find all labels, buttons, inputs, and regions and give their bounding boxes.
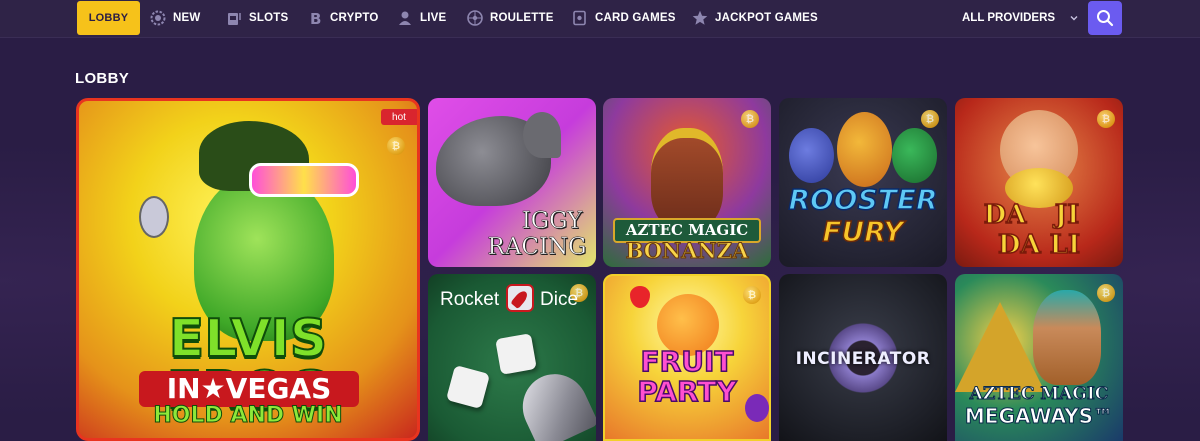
svg-text:B: B <box>310 10 322 26</box>
crypto-badge-icon: ₿ <box>921 110 939 128</box>
section-title: LOBBY <box>75 70 129 87</box>
game-tile-aztec-magic-bonanza[interactable]: ₿ AZTEC MAGIC BONANZA <box>603 98 771 267</box>
game-title-line3: DA LI <box>997 230 1081 260</box>
game-tile-aztec-magic-megaways[interactable]: ₿ AZTEC MAGIC MEGAWAYS™ <box>955 274 1123 441</box>
search-icon <box>1097 10 1114 27</box>
game-tile-rocket-dice[interactable]: ₿ Rocket Dice <box>428 274 596 441</box>
nav-item-card-games[interactable]: CARD GAMES <box>572 0 676 36</box>
frog-glasses <box>249 163 359 197</box>
game-title-line1: AZTEC MAGIC <box>969 384 1109 404</box>
game-title-line1: FRUIT <box>640 345 734 378</box>
nav-item-jackpot-games[interactable]: JACKPOT GAMES <box>692 0 818 36</box>
nav-item-label: SLOTS <box>249 12 289 24</box>
game-tile-rooster-fury[interactable]: ₿ ROOSTER FURY <box>779 98 947 267</box>
nav-item-roulette[interactable]: ROULETTE <box>467 0 554 36</box>
greyhound-ear <box>523 112 561 158</box>
priestess-artwork <box>1033 290 1101 385</box>
nav-item-slots[interactable]: SLOTS <box>226 0 288 36</box>
dice-cup-artwork <box>511 363 596 441</box>
nav-item-label: LIVE <box>420 12 447 24</box>
rooster-left-artwork <box>789 128 834 183</box>
nav-item-label: CRYPTO <box>330 12 379 24</box>
crypto-badge-icon: ₿ <box>1097 110 1115 128</box>
crypto-badge-icon: ₿ <box>387 137 405 155</box>
crypto-badge-icon: ₿ <box>1097 284 1115 302</box>
game-title-line1: INCINERATOR <box>795 349 931 369</box>
game-title-line2: BONANZA <box>625 238 749 263</box>
top-nav: LOBBY NEW SLOTS B CRYPTO LIVE ROULETTE C… <box>0 0 1200 38</box>
strawberry-fruit-artwork <box>630 286 650 308</box>
crypto-badge-icon: ₿ <box>741 110 759 128</box>
die-bottom-artwork <box>445 364 491 410</box>
chevron-down-icon <box>1070 16 1078 21</box>
cards-icon <box>573 10 586 26</box>
game-title-line3: HOLD AND WIN <box>153 403 343 428</box>
game-tile-fruit-party[interactable]: ₿ FRUIT PARTY <box>603 274 771 441</box>
live-dealer-icon <box>399 11 411 25</box>
crypto-badge-icon: ₿ <box>743 286 761 304</box>
game-title-line2: MEGAWAYS™ <box>964 404 1114 428</box>
nav-item-live[interactable]: LIVE <box>397 0 446 36</box>
warrior-artwork <box>651 128 723 228</box>
bitcoin-icon: B <box>310 10 322 26</box>
pyramid-artwork <box>955 302 1045 392</box>
nav-item-new[interactable]: NEW <box>150 0 200 36</box>
game-title-line2: JI <box>1054 200 1080 230</box>
roulette-icon <box>467 10 483 26</box>
nav-item-crypto[interactable]: B CRYPTO <box>307 0 379 36</box>
nav-item-label: CARD GAMES <box>595 12 676 24</box>
providers-label: ALL PROVIDERS <box>962 12 1056 24</box>
rooster-center-artwork <box>837 112 892 187</box>
game-tile-elvis-frog[interactable]: hot ₿ ELVIS FROG IN★VEGAS HOLD AND WIN <box>76 98 420 441</box>
game-title-line2: Dice <box>540 289 579 310</box>
game-title-line1: Rocket <box>440 289 500 310</box>
game-title-line1: ROOSTER <box>788 183 939 216</box>
providers-dropdown[interactable]: ALL PROVIDERS <box>962 0 1079 36</box>
search-button[interactable] <box>1088 1 1122 35</box>
game-title-line2: IN★VEGAS <box>139 371 359 407</box>
game-title-line1: DA <box>983 200 1027 230</box>
microphone <box>139 196 169 238</box>
star-icon <box>692 10 708 25</box>
nav-item-label: NEW <box>173 12 201 24</box>
game-tile-iggy-racing[interactable]: IGGY RACING <box>428 98 596 267</box>
nav-lobby-button[interactable]: LOBBY <box>77 1 140 35</box>
die-top-artwork <box>495 333 537 375</box>
game-tile-da-ji-da-li[interactable]: ₿ DA JI DA LI <box>955 98 1123 267</box>
slot-machine-icon <box>228 13 241 25</box>
rocket-logo-icon <box>506 284 534 312</box>
game-title-line1: IGGY <box>521 208 583 234</box>
gear-icon <box>150 10 166 26</box>
nav-item-label: ROULETTE <box>490 12 554 24</box>
game-title-line2: FURY <box>822 215 905 248</box>
game-title-line2: PARTY <box>637 375 738 408</box>
nav-item-label: JACKPOT GAMES <box>715 12 818 24</box>
game-title-line2: RACING <box>487 234 587 260</box>
game-tile-incinerator[interactable]: INCINERATOR <box>779 274 947 441</box>
rooster-right-artwork <box>892 128 937 183</box>
hot-badge: hot <box>381 109 417 125</box>
